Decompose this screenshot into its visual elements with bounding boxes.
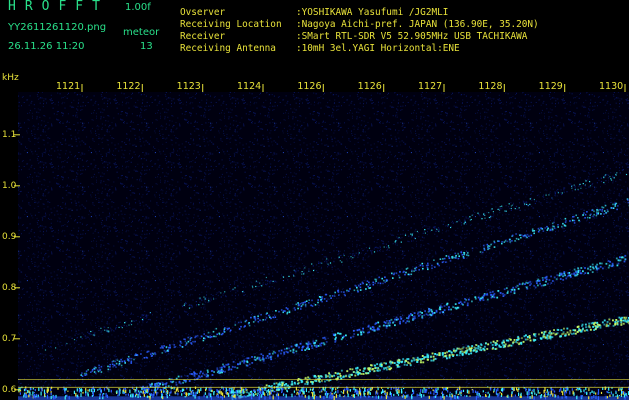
noise-floor: [18, 92, 629, 400]
time-label: 1128: [478, 81, 503, 92]
meteor-count: 13: [140, 41, 153, 52]
time-label: 1127: [418, 81, 443, 92]
location-label: Receiving Location: [180, 19, 282, 30]
time-label: 1123: [176, 81, 201, 92]
receiver-label: Receiver: [180, 31, 226, 42]
time-label: 1129: [538, 81, 563, 92]
time-label: 1121: [56, 81, 81, 92]
time-label: 1126: [357, 81, 382, 92]
time-label: 1122: [116, 81, 141, 92]
app-version: 1.00f: [125, 2, 151, 13]
time-label: 1130: [599, 81, 624, 92]
time-label: 1124: [237, 81, 262, 92]
y-tick-label: 0.6: [2, 384, 17, 395]
spectrogram-plot: [0, 72, 629, 400]
observer-label: Ovserver: [180, 7, 226, 18]
file-name: YY2611261120.png: [8, 22, 107, 33]
y-tick-label: 0.8: [2, 282, 17, 293]
location-value: :Nagoya Aichi-pref. JAPAN (136.90E, 35.2…: [296, 19, 539, 30]
spectrogram-canvas: [14, 84, 629, 400]
capture-datetime: 26.11.26 11:20: [8, 41, 85, 52]
y-tick-label: 1.0: [2, 180, 17, 191]
antenna-value: :10mH 3el.YAGI Horizontal:ENE: [296, 43, 460, 54]
observer-value: :YOSHIKAWA Yasufumi /JG2MLI: [296, 7, 449, 18]
header-panel: HROFFT 1.00f YY2611261120.png 26.11.26 1…: [0, 0, 629, 72]
meteor-label: meteor: [123, 27, 160, 38]
antenna-label: Receiving Antenna: [180, 43, 276, 54]
y-tick-label: 1.1: [2, 129, 17, 140]
receiver-value: :SMart RTL-SDR V5 52.905MHz USB TACHIKAW…: [296, 31, 528, 42]
app-name: HROFFT: [8, 0, 109, 14]
y-tick-label: 0.9: [2, 231, 17, 242]
y-axis-unit: kHz: [2, 73, 19, 83]
y-tick-label: 0.7: [2, 333, 17, 344]
time-label: 1126: [297, 81, 322, 92]
